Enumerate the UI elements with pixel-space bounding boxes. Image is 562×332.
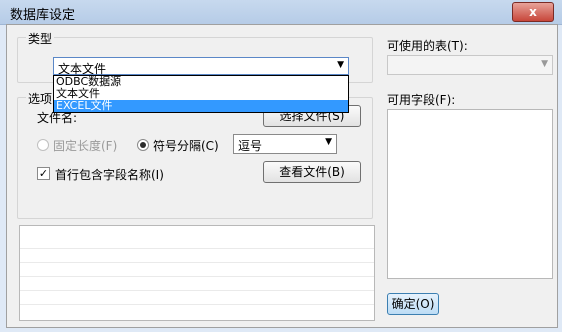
available-fields-list[interactable] [387, 109, 553, 279]
type-group-label: 类型 [26, 30, 55, 47]
preview-row-line [20, 276, 374, 277]
preview-row-line [20, 248, 374, 249]
available-tables-select[interactable]: ▼ [387, 55, 553, 75]
available-tables-label: 可使用的表(T): [387, 39, 468, 53]
header-checkbox-label: 首行包含字段名称(I) [55, 168, 164, 182]
delimiter-select[interactable]: 逗号 ▼ [233, 134, 337, 154]
type-dropdown-list: ODBC数据源 文本文件 EXCEL文件 [53, 75, 349, 113]
preview-row-line [20, 262, 374, 263]
type-dropdown[interactable]: 文本文件 ▼ [53, 57, 349, 76]
type-option-excel[interactable]: EXCEL文件 [54, 100, 348, 112]
file-preview-box[interactable] [19, 225, 375, 321]
preview-row-line [20, 304, 374, 305]
chevron-down-icon: ▼ [337, 60, 344, 70]
available-fields-label: 可用字段(F): [387, 93, 456, 107]
preview-row-line [20, 290, 374, 291]
window-title: 数据库设定 [10, 8, 76, 23]
dialog-body: 类型 文本文件 ▼ ODBC数据源 文本文件 EXCEL文件 选项 文件名: 选… [6, 24, 558, 328]
view-file-button[interactable]: 查看文件(B) [263, 161, 361, 183]
title-bar: 数据库设定 x [0, 0, 562, 25]
chevron-down-icon: ▼ [325, 137, 332, 147]
close-button[interactable]: x [512, 2, 554, 22]
delimiter-select-value: 逗号 [238, 139, 263, 153]
fixed-length-radio[interactable] [37, 139, 49, 151]
fixed-length-label: 固定长度(F) [53, 139, 118, 153]
chevron-down-icon: ▼ [541, 59, 548, 69]
header-checkbox[interactable]: ✓ [37, 167, 50, 180]
delimiter-radio[interactable] [137, 139, 149, 151]
delimiter-label: 符号分隔(C) [153, 139, 219, 153]
options-group-label: 选项 [26, 90, 55, 107]
ok-button[interactable]: 确定(O) [387, 293, 439, 315]
